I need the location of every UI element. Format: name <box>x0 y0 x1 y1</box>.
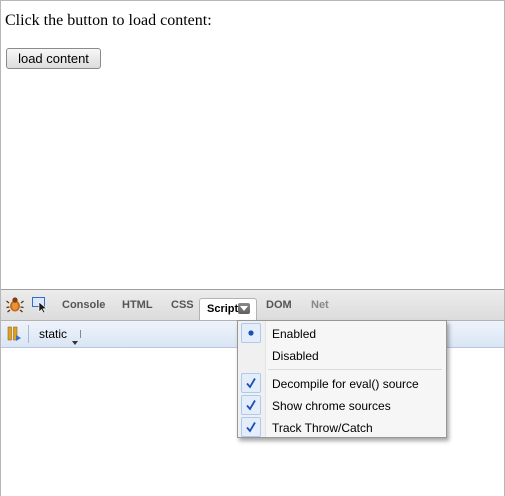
tab-dom[interactable]: DOM <box>266 299 292 311</box>
script-options-menu: Enabled Disabled Decompile for eval() so… <box>237 320 447 438</box>
tab-css[interactable]: CSS <box>171 299 194 311</box>
tab-net[interactable]: Net <box>311 299 329 311</box>
firebug-icon[interactable] <box>6 295 24 313</box>
tab-script-label: Script <box>207 303 239 315</box>
selector-end-marker <box>80 330 81 338</box>
checkmark-icon <box>241 417 261 437</box>
menu-item-label: Disabled <box>272 349 319 363</box>
radio-dot-icon <box>241 323 261 343</box>
checkmark-icon <box>241 373 261 393</box>
menu-item-show-chrome-sources[interactable]: Show chrome sources <box>238 395 446 417</box>
menu-item-decompile-eval[interactable]: Decompile for eval() source <box>238 373 446 395</box>
firebug-tabbar: Console HTML CSS Script DOM Net <box>1 290 504 321</box>
pause-icon[interactable] <box>7 326 21 342</box>
menu-separator <box>268 369 442 370</box>
toolbar-separator <box>28 325 29 343</box>
dropdown-arrow-icon[interactable] <box>238 303 250 314</box>
menu-item-label: Show chrome sources <box>272 399 391 413</box>
menu-item-track-throw-catch[interactable]: Track Throw/Catch <box>238 417 446 439</box>
tab-script[interactable]: Script <box>199 298 257 320</box>
instruction-text: Click the button to load content: <box>5 12 212 29</box>
menu-item-label: Track Throw/Catch <box>272 421 373 435</box>
menu-item-label: Decompile for eval() source <box>272 377 419 391</box>
checkmark-icon <box>241 395 261 415</box>
tab-console[interactable]: Console <box>62 299 105 311</box>
tab-html[interactable]: HTML <box>122 299 153 311</box>
menu-item-enabled[interactable]: Enabled <box>238 323 446 345</box>
menu-item-label: Enabled <box>272 327 317 341</box>
menu-item-disabled[interactable]: Disabled <box>238 345 446 367</box>
script-file-selector[interactable]: static <box>39 327 67 341</box>
inspect-icon[interactable] <box>31 295 49 314</box>
chevron-down-icon[interactable] <box>72 332 78 350</box>
load-content-button[interactable]: load content <box>6 48 101 69</box>
